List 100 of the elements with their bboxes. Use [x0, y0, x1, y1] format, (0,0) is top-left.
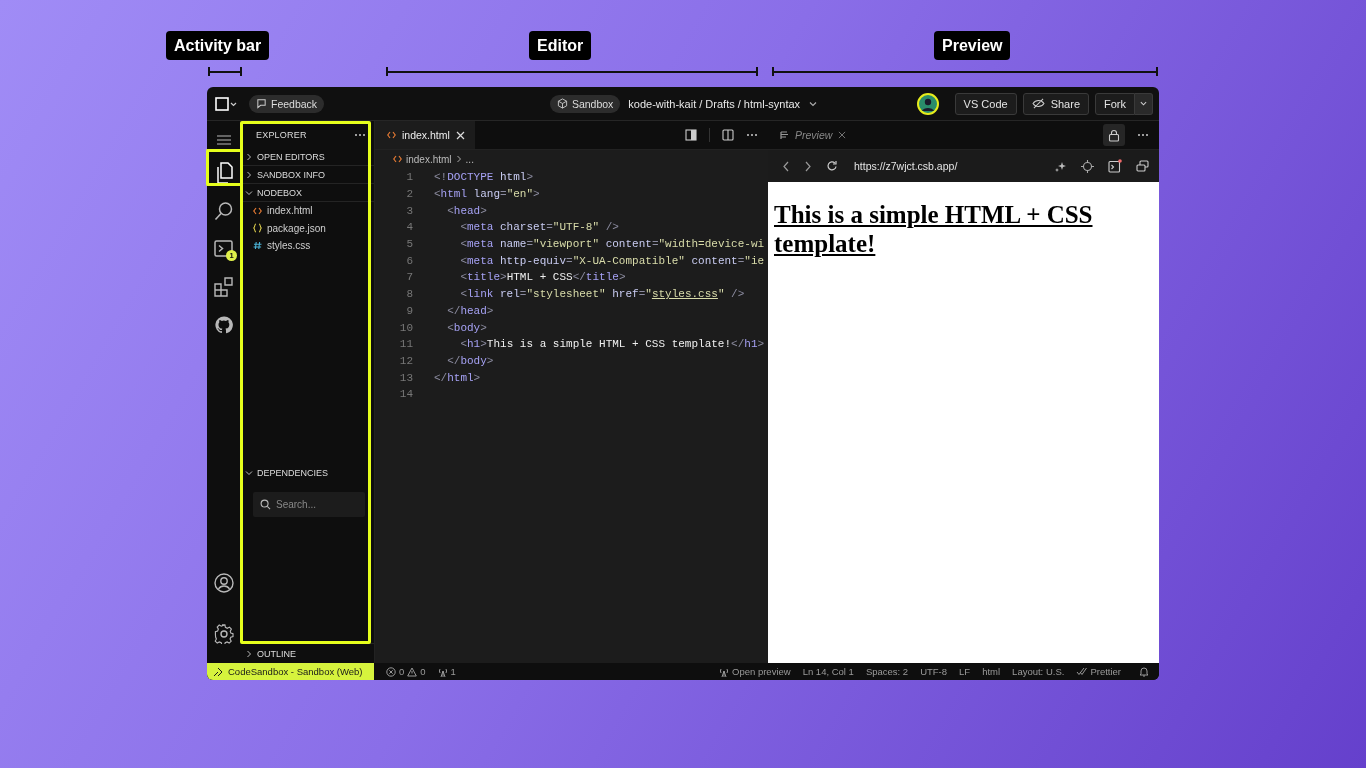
line-number: 10: [398, 321, 413, 334]
more-icon[interactable]: [354, 132, 366, 137]
line-number: 9: [405, 304, 413, 317]
status-item[interactable]: Spaces: 2: [865, 666, 909, 677]
forward-icon[interactable]: [804, 160, 812, 172]
windows-icon[interactable]: [1136, 160, 1149, 172]
account-icon[interactable]: [214, 573, 234, 593]
code-line: <head>: [446, 204, 487, 217]
more-icon[interactable]: [1137, 133, 1149, 137]
breadcrumb-item[interactable]: index.html: [406, 153, 452, 165]
code-line: <link rel="stylesheet" href="styles.css" />: [459, 288, 745, 301]
caret-icon: [1139, 100, 1148, 107]
settings-icon[interactable]: [214, 624, 234, 644]
reload-icon[interactable]: [826, 160, 838, 172]
code-line: <meta name="viewport" content="width=device-wi: [459, 238, 765, 251]
line-number: 13: [398, 371, 413, 384]
vscode-button[interactable]: VS Code: [954, 92, 1017, 115]
bell-icon[interactable]: [1139, 666, 1149, 677]
code-line: <html lang="en">: [434, 188, 540, 201]
json-file-icon: [253, 223, 262, 234]
section-header[interactable]: DEPENDENCIES: [241, 464, 374, 482]
code-line: </body>: [446, 354, 494, 367]
line-number: 4: [405, 221, 413, 234]
search-icon[interactable]: [214, 201, 234, 221]
url-field[interactable]: https://z7wjct.csb.app/: [854, 160, 1040, 172]
double-check-icon: [1076, 667, 1088, 676]
share-button[interactable]: Share: [1022, 92, 1089, 115]
file-item[interactable]: package.json: [241, 219, 374, 237]
chevron-icon: [245, 469, 253, 478]
back-icon[interactable]: [782, 160, 790, 172]
cube-icon: [556, 98, 568, 109]
feedback-button[interactable]: Feedback: [249, 94, 325, 113]
page-heading: This is a simple HTML + CSS template!: [774, 200, 1094, 258]
status-item[interactable]: Layout: U.S.: [1012, 666, 1065, 677]
annotation-label: Editor: [529, 31, 592, 60]
open-preview-item[interactable]: Open preview: [719, 666, 791, 677]
lock-icon: [1108, 128, 1120, 142]
caret-icon[interactable]: [808, 99, 819, 108]
speech-bubble-icon: [256, 98, 267, 109]
console-icon[interactable]: [1108, 159, 1122, 173]
prettier-item[interactable]: Prettier: [1076, 666, 1121, 677]
panel-toggle-icon[interactable]: [685, 129, 697, 141]
problems-indicator[interactable]: 0 0: [386, 666, 426, 677]
search-field[interactable]: Search...: [253, 491, 365, 517]
editor-tab[interactable]: index.html: [375, 121, 475, 149]
logo-menu-icon[interactable]: [215, 96, 237, 111]
sandbox-badge: Sandbox: [549, 94, 621, 113]
line-number: 3: [405, 204, 413, 217]
code-line: <h1>This is a simple HTML + CSS template!</h1>: [459, 338, 765, 351]
files-icon[interactable]: [214, 162, 234, 184]
code-line: <meta charset="UTF-8" />: [459, 221, 619, 234]
remote-indicator[interactable]: CodeSandbox - Sandbox (Web): [207, 663, 374, 680]
status-item[interactable]: html: [982, 666, 1001, 677]
code-file-icon: [387, 131, 396, 139]
lock-button[interactable]: [1103, 124, 1125, 146]
crosshair-icon[interactable]: [1081, 159, 1094, 173]
html-file-icon: [253, 206, 262, 215]
document-icon: [780, 130, 789, 140]
breadcrumb-item[interactable]: ...: [465, 153, 474, 165]
line-number: 6: [405, 254, 413, 267]
remote-icon: [213, 666, 223, 677]
file-item[interactable]: index.html: [241, 202, 374, 220]
error-icon: [386, 666, 396, 677]
fork-menu-button[interactable]: [1135, 92, 1153, 115]
line-number: 2: [405, 188, 413, 201]
annotation-label: Preview: [934, 31, 1011, 60]
annotation-label: Activity bar: [166, 31, 270, 60]
line-number: 1: [405, 171, 413, 184]
code-line: <meta http-equiv="X-UA-Compatible" content="ie: [459, 254, 765, 267]
status-item[interactable]: LF: [959, 666, 971, 677]
code-line: <body>: [446, 321, 487, 334]
hash-file-icon: [253, 241, 262, 251]
section-header[interactable]: SANDBOX INFO: [241, 166, 374, 184]
code-line: <title>HTML + CSS</title>: [459, 271, 626, 284]
more-icon[interactable]: [746, 133, 758, 137]
extensions-icon[interactable]: [214, 277, 234, 297]
warning-icon: [407, 666, 418, 677]
ports-indicator[interactable]: 1: [437, 666, 456, 677]
menu-icon[interactable]: [216, 134, 232, 146]
split-editor-icon[interactable]: [722, 129, 734, 141]
code-line: </head>: [446, 304, 494, 317]
line-number: 14: [398, 388, 413, 401]
status-item[interactable]: Ln 14, Col 1: [802, 666, 854, 677]
chevron-icon: [245, 649, 253, 658]
antenna-icon: [437, 666, 448, 677]
section-header[interactable]: NODEBOX: [241, 184, 374, 202]
status-item[interactable]: UTF-8: [920, 666, 948, 677]
sandbox-path[interactable]: kode-with-kait / Drafts / html-syntax: [628, 97, 801, 110]
sidebar-title: EXPLORER: [256, 129, 307, 140]
file-item[interactable]: styles.css: [241, 237, 374, 255]
terminal-icon[interactable]: [214, 239, 234, 259]
avatar-icon[interactable]: [916, 92, 939, 115]
section-header[interactable]: OPEN EDITORS: [241, 148, 374, 166]
chevron-icon: [455, 155, 462, 163]
code-line: </html>: [434, 371, 481, 384]
github-icon[interactable]: [215, 316, 233, 334]
line-number: 5: [405, 238, 413, 251]
antenna-icon: [719, 666, 729, 677]
line-number: 7: [405, 271, 413, 284]
fork-button[interactable]: Fork: [1095, 92, 1135, 115]
